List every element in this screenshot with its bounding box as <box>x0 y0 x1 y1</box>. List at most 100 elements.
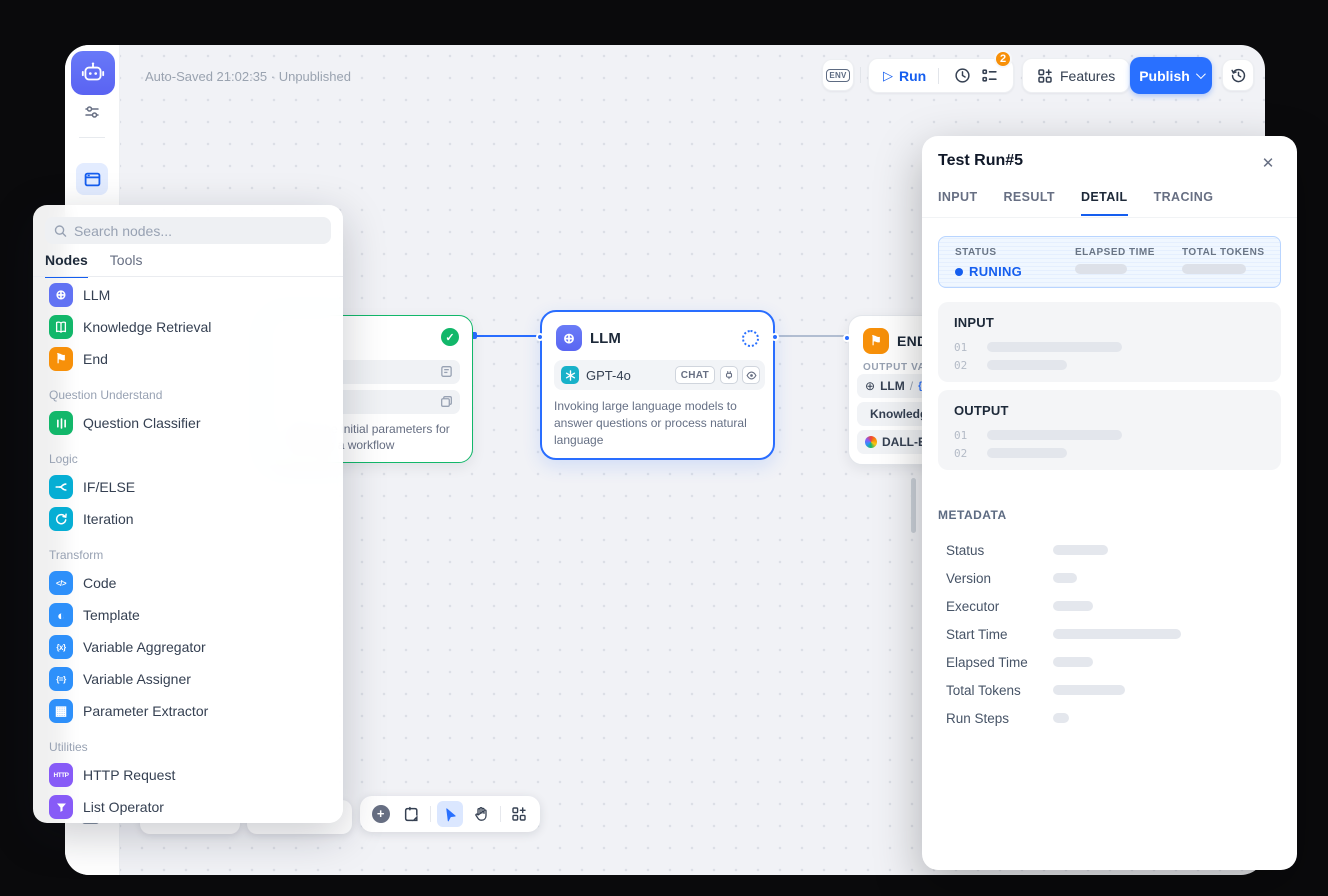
node-item-variable-assigner[interactable]: {=}Variable Assigner <box>33 663 343 695</box>
close-icon[interactable]: ✕ <box>1257 152 1279 174</box>
line-skeleton <box>987 360 1067 370</box>
node-group-header: Question Understand <box>33 375 343 407</box>
node-group-header: Transform <box>33 535 343 567</box>
running-spinner-icon <box>742 330 759 347</box>
variable-name: LLM <box>880 379 905 393</box>
run-tab-tracing[interactable]: TRACING <box>1154 190 1214 216</box>
status-label: STATUS <box>955 247 1022 258</box>
run-status-card: STATUS RUNING ELAPSED TIME TOTAL TOKENS <box>938 236 1281 288</box>
history-icon <box>1230 67 1247 84</box>
node-item-question-classifier[interactable]: Question Classifier <box>33 407 343 439</box>
node-panel-tab-nodes[interactable]: Nodes <box>45 252 88 278</box>
output-port[interactable] <box>771 333 779 341</box>
app-logo-robot-icon[interactable] <box>71 51 115 95</box>
node-item-knowledge-retrieval[interactable]: Knowledge Retrieval <box>33 311 343 343</box>
test-run-panel: Test Run#5 ✕ INPUTRESULTDETAILTRACING ST… <box>922 136 1297 870</box>
env-button[interactable]: ENV <box>822 59 854 91</box>
node-search-box[interactable] <box>45 217 331 244</box>
canvas-scrollbar[interactable] <box>911 478 916 533</box>
run-panel-tabs: INPUT RESULT DETAIL TRACING <box>938 190 1213 216</box>
features-button[interactable]: Features <box>1022 58 1130 93</box>
output-label: OUTPUT <box>954 403 1009 418</box>
node-item-label: Iteration <box>83 511 134 527</box>
search-input[interactable] <box>74 223 322 239</box>
node-item-template[interactable]: ◐Template <box>33 599 343 631</box>
node-item-label: LLM <box>83 287 110 303</box>
llm-node-description: Invoking large language models to answer… <box>554 398 768 449</box>
autosave-status: Auto-Saved 21:02:35 · Unpublished <box>145 69 351 84</box>
model-name: GPT-4o <box>586 368 631 383</box>
metadata-rows: StatusVersionExecutorStart TimeElapsed T… <box>946 536 1266 732</box>
history-button[interactable] <box>1222 59 1254 91</box>
output-card: OUTPUT 0102 <box>938 390 1281 470</box>
node-item-http-request[interactable]: HTTPHTTP Request <box>33 759 343 791</box>
running-dot-icon <box>955 268 963 276</box>
toolbar-divider <box>430 806 431 822</box>
organize-layout-button[interactable] <box>507 801 532 827</box>
chevron-down-icon <box>1196 69 1206 79</box>
play-icon: ▷ <box>883 68 893 84</box>
input-label: INPUT <box>954 315 994 330</box>
line-number: 01 <box>954 429 967 442</box>
preferences-sliders-icon[interactable] <box>84 104 100 120</box>
metadata-skeleton <box>1053 629 1181 639</box>
chat-mode-badge: CHAT <box>675 366 715 384</box>
node-item-label: Variable Assigner <box>83 671 191 687</box>
line-skeleton <box>987 430 1122 440</box>
run-tab-detail[interactable]: DETAIL <box>1081 190 1128 216</box>
run-tab-result[interactable]: RESULT <box>1004 190 1055 216</box>
sidebar-divider <box>79 137 105 138</box>
add-note-button[interactable] <box>399 801 424 827</box>
pointer-mode-button[interactable] <box>437 801 462 827</box>
llm-icon: ⊕ <box>49 283 73 307</box>
metadata-skeleton <box>1053 601 1093 611</box>
node-item-label: IF/ELSE <box>83 479 135 495</box>
model-selector[interactable]: GPT-4o CHAT <box>554 360 765 390</box>
if-else-icon <box>49 475 73 499</box>
success-check-icon: ✓ <box>441 328 459 346</box>
add-node-button[interactable]: + <box>368 801 393 827</box>
line-skeleton <box>987 448 1067 458</box>
workflow-window-icon[interactable] <box>76 163 108 195</box>
iteration-icon <box>49 507 73 531</box>
hand-mode-button[interactable] <box>469 801 494 827</box>
checklist-icon[interactable] <box>979 65 1000 87</box>
code-icon: </> <box>49 571 73 595</box>
node-item-iteration[interactable]: Iteration <box>33 503 343 535</box>
node-item-variable-aggregator[interactable]: {x}Variable Aggregator <box>33 631 343 663</box>
input-port[interactable] <box>843 334 851 342</box>
node-item-label: Parameter Extractor <box>83 703 208 719</box>
node-group-header: Logic <box>33 439 343 471</box>
schedule-clock-icon[interactable] <box>952 65 973 87</box>
search-icon <box>54 224 67 238</box>
publish-button[interactable]: Publish <box>1130 57 1212 94</box>
metadata-row: Total Tokens <box>946 676 1266 704</box>
input-port[interactable] <box>536 333 544 341</box>
metadata-key: Executor <box>946 599 1053 614</box>
text-field-icon <box>440 365 453 383</box>
node-item-llm[interactable]: ⊕ LLM <box>33 279 343 311</box>
metadata-key: Version <box>946 571 1053 586</box>
node-item-list-operator[interactable]: List Operator <box>33 791 343 823</box>
node-item-parameter-extractor[interactable]: ▦Parameter Extractor <box>33 695 343 727</box>
run-controls-group: ▷ Run <box>868 58 1014 93</box>
node-item-label: Template <box>83 607 140 623</box>
checklist-count-badge: 2 <box>994 50 1012 68</box>
run-button[interactable]: Run <box>899 68 926 84</box>
vision-eye-icon <box>742 366 760 384</box>
node-search-panel: NodesTools ⊕LLMKnowledge Retrieval⚑EndQu… <box>33 205 343 823</box>
node-item-end[interactable]: ⚑End <box>33 343 343 375</box>
node-item-code[interactable]: </> Code <box>33 567 343 599</box>
node-item-label: Code <box>83 575 116 591</box>
metadata-row: Executor <box>946 592 1266 620</box>
layout-grid-icon <box>511 806 527 822</box>
node-panel-tab-tools[interactable]: Tools <box>110 252 143 278</box>
run-tab-input[interactable]: INPUT <box>938 190 978 216</box>
metadata-skeleton <box>1053 685 1125 695</box>
node-item-if-else[interactable]: IF/ELSE <box>33 471 343 503</box>
cursor-icon <box>443 807 458 822</box>
llm-node[interactable]: ⊕ LLM GPT-4o CHAT <box>540 310 775 460</box>
variable-name: DALL-E <box>882 435 926 449</box>
tabs-divider <box>33 276 343 277</box>
metadata-row: Status <box>946 536 1266 564</box>
